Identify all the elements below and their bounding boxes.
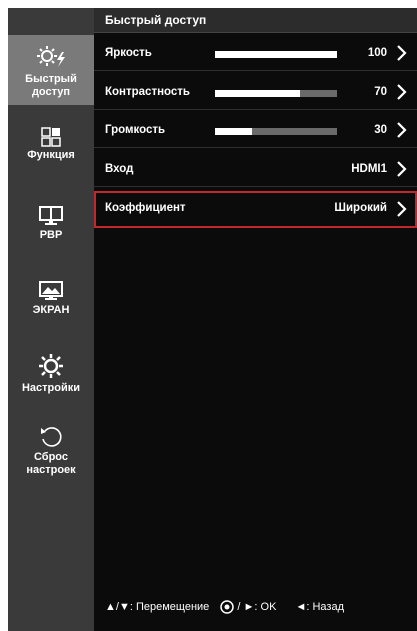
settings-icon	[39, 354, 63, 378]
row-value: 100	[367, 47, 387, 59]
sidebar-item-quick-access[interactable]: Быстрый доступ	[8, 35, 94, 105]
row-value: HDMI1	[351, 163, 387, 175]
picture-icon	[39, 281, 63, 300]
row-label: Контрастность	[105, 86, 190, 98]
sidebar-item-label: ЭКРАН	[32, 304, 70, 316]
osd-sidebar: Быстрый доступ Функция PBP ЭКРАН Настрой…	[8, 8, 94, 631]
function-icon	[41, 127, 61, 147]
quick-settings-icon	[37, 46, 65, 67]
sidebar-item-label: Настройки	[21, 382, 81, 394]
chevron-right-icon	[397, 122, 407, 138]
row-label: Громкость	[105, 124, 166, 136]
sidebar-item-function[interactable]: Функция	[8, 121, 94, 176]
ok-label: : OK	[254, 601, 277, 613]
volume-slider[interactable]	[215, 128, 337, 135]
back-label: : Назад	[306, 601, 345, 613]
sidebar-item-label: PBP	[39, 229, 63, 241]
key-hints: ▲/▼: Перемещение / ►: OK ◄: Назад	[105, 600, 344, 614]
chevron-right-icon	[397, 161, 407, 177]
menu-header: Быстрый доступ	[94, 8, 417, 33]
row-value: 30	[374, 124, 387, 136]
row-label: Коэффициент	[105, 202, 186, 214]
menu-row-volume[interactable]: Громкость 30	[94, 114, 417, 148]
menu-row-aspect-ratio[interactable]: Коэффициент Широкий	[94, 191, 417, 228]
move-keys: ▲/▼	[105, 601, 130, 613]
brightness-slider[interactable]	[215, 51, 337, 58]
row-label: Вход	[105, 163, 134, 175]
sidebar-item-screen[interactable]: ЭКРАН	[8, 278, 94, 326]
back-key: ◄	[295, 601, 307, 613]
sidebar-item-label: Сброс настроек	[26, 451, 76, 476]
sidebar-item-label: Функция	[27, 149, 75, 161]
ok-keys: / ►	[237, 601, 255, 613]
sidebar-item-settings[interactable]: Настройки	[8, 353, 94, 405]
row-label: Яркость	[105, 47, 152, 59]
row-value: Широкий	[334, 202, 387, 214]
sidebar-item-label: Быстрый доступ	[25, 73, 77, 98]
menu-row-input[interactable]: Вход HDMI1	[94, 153, 417, 187]
row-value: 70	[374, 86, 387, 98]
chevron-right-icon	[397, 45, 407, 61]
menu-row-contrast[interactable]: Контрастность 70	[94, 76, 417, 110]
move-label: : Перемещение	[129, 601, 210, 613]
reset-icon	[41, 427, 62, 447]
chevron-right-icon	[397, 84, 407, 100]
pbp-icon	[39, 206, 63, 225]
chevron-right-icon	[397, 201, 407, 217]
sidebar-item-pbp[interactable]: PBP	[8, 201, 94, 249]
sidebar-item-reset[interactable]: Сброс настроек	[8, 425, 94, 487]
page-title: Быстрый доступ	[105, 13, 207, 27]
contrast-slider[interactable]	[215, 90, 337, 97]
ok-button-icon	[220, 600, 235, 614]
menu-row-brightness[interactable]: Яркость 100	[94, 37, 417, 71]
